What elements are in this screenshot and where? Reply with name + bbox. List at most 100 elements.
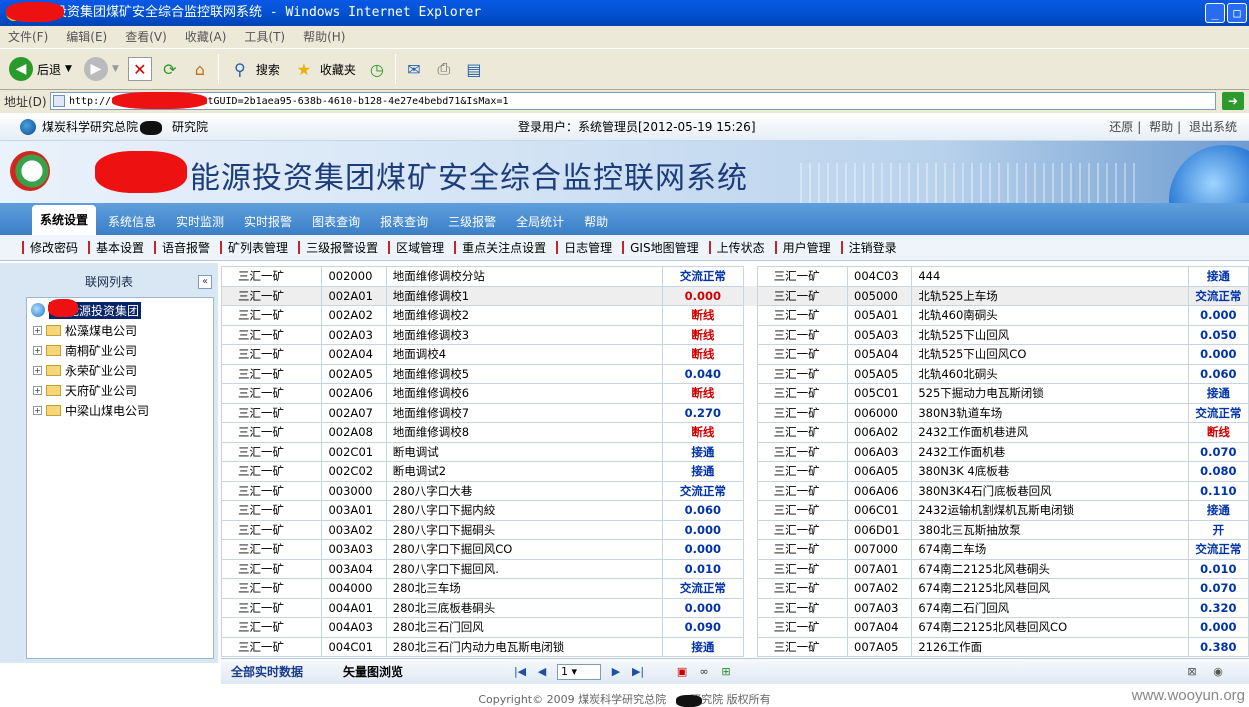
- nav-global-stats[interactable]: 全局统计: [508, 209, 572, 235]
- mine-name-cell: 三汇一矿: [221, 461, 323, 482]
- table-row[interactable]: 三汇一矿 002A02 地面维修调校2 断线 三汇一矿 005A01 北轨460南硐头 0.0…: [221, 305, 1249, 326]
- grid-icon[interactable]: ⊞: [719, 665, 733, 679]
- table-row[interactable]: 三汇一矿 002C01 断电调试 接通 三汇一矿 006A03 2432工作面机巷 0.070: [221, 441, 1249, 462]
- menu-edit[interactable]: 编辑(E): [66, 26, 107, 48]
- nav-system-settings[interactable]: 系统设置: [32, 205, 97, 235]
- fullscreen-icon[interactable]: ⊠: [1185, 665, 1199, 679]
- tree-node[interactable]: + 中梁山煤电公司: [27, 400, 213, 420]
- subnav-upload-status[interactable]: 上传状态: [709, 239, 765, 256]
- mail-icon[interactable]: ✉: [402, 57, 426, 81]
- nav-system-info[interactable]: 系统信息: [100, 209, 164, 235]
- search-button[interactable]: ⚲ 搜索: [225, 52, 283, 86]
- tree-node[interactable]: + 南桐矿业公司: [27, 340, 213, 360]
- menu-favorites[interactable]: 收藏(A): [185, 26, 227, 48]
- point-name-cell: 断电调试: [385, 441, 664, 462]
- tab-vector-view[interactable]: 矢量图浏览: [333, 663, 413, 680]
- org-label-suffix: 研究院: [172, 120, 209, 134]
- favorites-button[interactable]: ★ 收藏夹: [289, 52, 359, 86]
- table-row[interactable]: 三汇一矿 002000 地面维修调校分站 交流正常 三汇一矿 004C03 444 接通: [221, 266, 1249, 287]
- value-cell: 0.060: [662, 500, 744, 521]
- table-row[interactable]: 三汇一矿 002A03 地面维修调校3 断线 三汇一矿 005A03 北轨525下山回风 0.…: [221, 324, 1249, 345]
- edit-icon[interactable]: ▤: [462, 57, 486, 81]
- sound-icon[interactable]: ◉: [1211, 665, 1225, 679]
- subnav-gis-map[interactable]: GIS地图管理: [622, 239, 698, 256]
- table-row[interactable]: 三汇一矿 002A07 地面维修调校7 0.270 三汇一矿 006000 380N3轨道车…: [221, 402, 1249, 423]
- collapse-icon[interactable]: «: [198, 275, 212, 289]
- tree-node[interactable]: + 松藻煤电公司: [27, 320, 213, 340]
- table-row[interactable]: 三汇一矿 002A08 地面维修调校8 断线 三汇一矿 006A02 2432工作面机巷进风…: [221, 422, 1249, 443]
- last-page-icon[interactable]: ▶|: [631, 665, 645, 679]
- table-row[interactable]: 三汇一矿 002A06 地面维修调校6 断线 三汇一矿 005C01 525下掘动力电瓦斯闭…: [221, 383, 1249, 404]
- refresh-icon[interactable]: ⟳: [158, 57, 182, 81]
- subnav-change-password[interactable]: 修改密码: [22, 239, 78, 256]
- stop-icon[interactable]: ✕: [127, 57, 152, 81]
- table-row[interactable]: 三汇一矿 004A01 280北三底板巷硐头 0.000 三汇一矿 007A03 674南二…: [221, 597, 1249, 618]
- menu-tools[interactable]: 工具(T): [244, 26, 285, 48]
- table-row[interactable]: 三汇一矿 002C02 断电调试2 接通 三汇一矿 006A05 380N3K 4底板巷 0.…: [221, 461, 1249, 482]
- maximize-button[interactable]: □: [1227, 3, 1247, 23]
- table-row[interactable]: 三汇一矿 003A02 280八字口下掘硐头 0.000 三汇一矿 006D01 380北三…: [221, 519, 1249, 540]
- subnav-level3-settings[interactable]: 三级报警设置: [298, 239, 378, 256]
- back-button[interactable]: ◀ 后退 ▼: [6, 52, 75, 86]
- expand-icon[interactable]: +: [33, 365, 42, 375]
- table-row[interactable]: 三汇一矿 003A03 280八字口下掘回风CO 0.000 三汇一矿 007000 674…: [221, 539, 1249, 560]
- nav-realtime-alarm[interactable]: 实时报警: [236, 209, 300, 235]
- first-page-icon[interactable]: |◀: [513, 665, 527, 679]
- subnav-user-management[interactable]: 用户管理: [775, 239, 831, 256]
- subnav-logout[interactable]: 注销登录: [841, 239, 897, 256]
- subnav-mine-list[interactable]: 矿列表管理: [220, 239, 288, 256]
- expand-icon[interactable]: +: [33, 325, 42, 335]
- help-link[interactable]: 帮助: [1149, 120, 1173, 134]
- history-icon[interactable]: ◷: [365, 57, 389, 81]
- table-row[interactable]: 三汇一矿 004000 280北三车场 交流正常 三汇一矿 007A02 674南二2125…: [221, 578, 1249, 599]
- logout-link[interactable]: 退出系统: [1189, 120, 1237, 134]
- page-select[interactable]: 1 ▾: [557, 663, 602, 680]
- address-input[interactable]: http:// main.aspx?ClientGUID=2b1aea95-63…: [50, 92, 1216, 110]
- mine-name-cell: 三汇一矿: [756, 617, 849, 638]
- table-row[interactable]: 三汇一矿 002A04 地面调校4 断线 三汇一矿 005A04 北轨525下山回风CO 0.…: [221, 344, 1249, 365]
- table-row[interactable]: 三汇一矿 003000 280八字口大巷 交流正常 三汇一矿 006A06 380N3K4石…: [221, 480, 1249, 501]
- point-code-cell: 003000: [321, 480, 387, 501]
- home-icon[interactable]: ⌂: [188, 57, 212, 81]
- tree-node[interactable]: + 天府矿业公司: [27, 380, 213, 400]
- address-label: 地址(D): [4, 94, 47, 109]
- table-row[interactable]: 三汇一矿 004C01 280北三石门内动力电瓦斯电闭锁 接通 三汇一矿 007A05 21…: [221, 636, 1249, 657]
- next-page-icon[interactable]: ▶: [609, 665, 623, 679]
- binoculars-icon[interactable]: ∞: [697, 665, 711, 679]
- expand-icon[interactable]: +: [33, 345, 42, 355]
- data-grid: 三汇一矿 002000 地面维修调校分站 交流正常 三汇一矿 004C03 444 接通 三汇一…: [221, 266, 1249, 657]
- go-button[interactable]: ➜: [1222, 92, 1244, 110]
- subnav-area-management[interactable]: 区域管理: [388, 239, 444, 256]
- prev-page-icon[interactable]: ◀: [535, 665, 549, 679]
- subnav-log-management[interactable]: 日志管理: [556, 239, 612, 256]
- tree-node[interactable]: + 永荣矿业公司: [27, 360, 213, 380]
- subnav-focus-points[interactable]: 重点关注点设置: [454, 239, 546, 256]
- table-row[interactable]: 三汇一矿 002A05 地面维修调校5 0.040 三汇一矿 005A05 北轨460北硐头…: [221, 363, 1249, 384]
- expand-icon[interactable]: +: [33, 385, 42, 395]
- export-icon[interactable]: ▣: [675, 665, 689, 679]
- minimize-button[interactable]: _: [1205, 3, 1225, 23]
- expand-icon[interactable]: +: [33, 405, 42, 415]
- menu-file[interactable]: 文件(F): [8, 26, 48, 48]
- value-cell: 0.110: [1187, 480, 1249, 501]
- subnav-voice-alarm[interactable]: 语音报警: [154, 239, 210, 256]
- top-strip: 煤炭科学研究总院 研究院 登录用户：系统管理员[2012-05-19 15:26]…: [0, 113, 1249, 141]
- table-row[interactable]: 三汇一矿 004A03 280北三石门回风 0.090 三汇一矿 007A04 674南二2…: [221, 617, 1249, 638]
- nav-chart-query[interactable]: 图表查询: [304, 209, 368, 235]
- point-code-cell: 002C01: [321, 441, 387, 462]
- nav-help[interactable]: 帮助: [576, 209, 616, 235]
- pager: |◀ ◀ 1 ▾ ▶ ▶| ▣ ∞ ⊞: [513, 663, 733, 680]
- print-icon[interactable]: ⎙: [432, 57, 456, 81]
- tab-all-realtime[interactable]: 全部实时数据: [221, 663, 313, 680]
- nav-realtime-monitor[interactable]: 实时监测: [168, 209, 232, 235]
- nav-report-query[interactable]: 报表查询: [372, 209, 436, 235]
- forward-button[interactable]: ▶ ▼: [81, 52, 122, 86]
- table-row[interactable]: 三汇一矿 003A01 280八字口下掘内絞 0.060 三汇一矿 006C01 2432运…: [221, 500, 1249, 521]
- menu-help[interactable]: 帮助(H): [303, 26, 345, 48]
- nav-level3-alarm[interactable]: 三级报警: [440, 209, 504, 235]
- subnav-basic-settings[interactable]: 基本设置: [88, 239, 144, 256]
- restore-link[interactable]: 还原: [1109, 120, 1133, 134]
- table-row[interactable]: 三汇一矿 002A01 地面维修调校1 0.000 三汇一矿 005000 北轨525上车场…: [221, 285, 1249, 306]
- table-row[interactable]: 三汇一矿 003A04 280八字口下掘回风. 0.010 三汇一矿 007A01 674南…: [221, 558, 1249, 579]
- menu-view[interactable]: 查看(V): [125, 26, 167, 48]
